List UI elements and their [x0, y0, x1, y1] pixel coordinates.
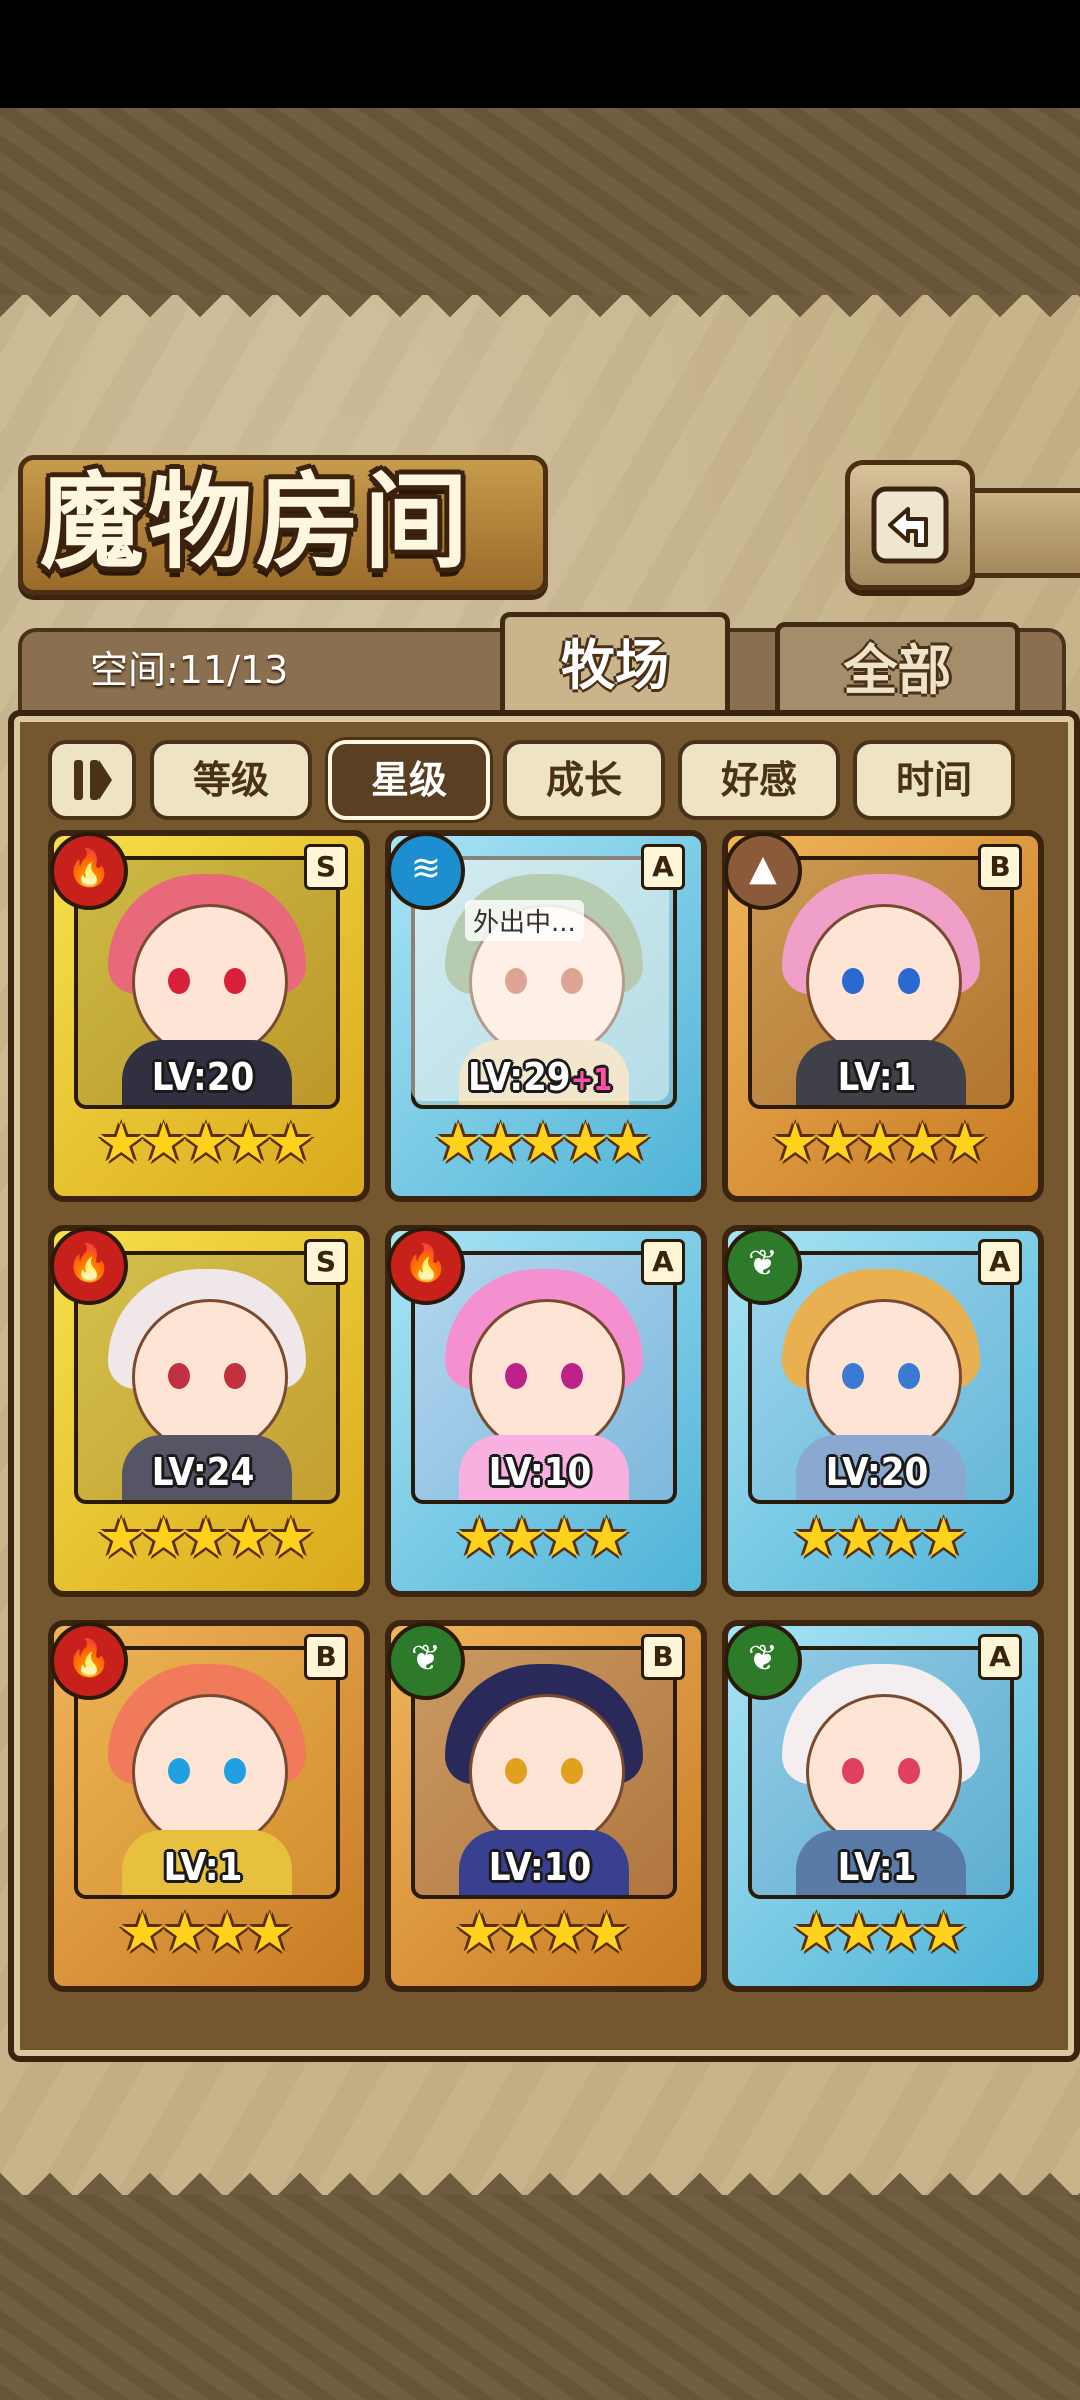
- wood-element-icon: ❦: [387, 1622, 465, 1700]
- level-value: LV:1: [837, 1845, 917, 1889]
- monster-card[interactable]: ▲ B LV:1 ★★★★★: [722, 830, 1044, 1202]
- star-rating: ★★★★: [118, 1901, 294, 1964]
- portrait-face: [806, 904, 962, 1060]
- page-title: 魔物房间: [40, 460, 473, 583]
- sort-by-level-button[interactable]: 等级: [150, 740, 312, 820]
- monster-card[interactable]: ❦ B LV:10 ★★★★: [385, 1620, 707, 1992]
- rank-badge: A: [641, 1239, 685, 1285]
- star-rating: ★★★★: [792, 1901, 968, 1964]
- monster-card[interactable]: 外出中... ≋ A LV:29+1 ★★★★★: [385, 830, 707, 1202]
- level-value: LV:20: [151, 1055, 255, 1099]
- tab-all[interactable]: 全部: [775, 622, 1020, 717]
- star-rating: ★★★★: [455, 1901, 631, 1964]
- level-value: LV:1: [163, 1845, 243, 1889]
- monster-card[interactable]: 🔥 S LV:20 ★★★★★: [48, 830, 370, 1202]
- level-label: LV:1: [722, 1055, 1032, 1099]
- portrait-eye: [898, 1758, 920, 1784]
- portrait-eye: [842, 1758, 864, 1784]
- level-label: LV:1: [722, 1845, 1032, 1889]
- portrait-face: [132, 904, 288, 1060]
- map-background-top: [0, 108, 1080, 298]
- star-rating: ★★★★★: [433, 1111, 652, 1174]
- level-label: LV:20: [48, 1055, 358, 1099]
- portrait-eye: [842, 968, 864, 994]
- monster-card[interactable]: ❦ A LV:1 ★★★★: [722, 1620, 1044, 1992]
- portrait-eye: [561, 1758, 583, 1784]
- back-button[interactable]: [845, 460, 975, 590]
- level-value: LV:20: [825, 1450, 929, 1494]
- map-background-bottom: [0, 2195, 1080, 2400]
- portrait-eye: [168, 968, 190, 994]
- back-arrow-icon: [871, 486, 949, 564]
- portrait-face: [806, 1694, 962, 1850]
- level-label: LV:10: [385, 1845, 695, 1889]
- rank-badge: B: [978, 844, 1022, 890]
- portrait-face: [469, 1299, 625, 1455]
- level-value: LV:10: [488, 1845, 592, 1889]
- portrait-eye: [505, 1363, 527, 1389]
- portrait-eye: [224, 1758, 246, 1784]
- portrait-eye: [842, 1363, 864, 1389]
- portrait-eye: [168, 1758, 190, 1784]
- portrait-eye: [561, 1363, 583, 1389]
- level-value: LV:10: [488, 1450, 592, 1494]
- sort-order-toggle[interactable]: [48, 740, 136, 820]
- portrait-eye: [224, 1363, 246, 1389]
- rank-badge: S: [304, 1239, 348, 1285]
- rank-badge: S: [304, 844, 348, 890]
- monster-card[interactable]: 🔥 A LV:10 ★★★★: [385, 1225, 707, 1597]
- rank-badge: A: [641, 844, 685, 890]
- fire-element-icon: 🔥: [50, 1227, 128, 1305]
- away-status: 外出中...: [465, 900, 584, 941]
- sort-by-stars-button[interactable]: 星级: [328, 740, 490, 820]
- level-label: LV:10: [385, 1450, 695, 1494]
- monster-card[interactable]: 🔥 S LV:24 ★★★★★: [48, 1225, 370, 1597]
- star-rating: ★★★★: [792, 1506, 968, 1569]
- rank-badge: B: [304, 1634, 348, 1680]
- sort-by-time-button[interactable]: 时间: [853, 740, 1015, 820]
- status-bar: [0, 0, 1080, 108]
- fire-element-icon: 🔥: [387, 1227, 465, 1305]
- torn-edge-bottom: [0, 2155, 1080, 2195]
- level-label: LV:1: [48, 1845, 358, 1889]
- fire-element-icon: 🔥: [50, 832, 128, 910]
- portrait-eye: [898, 1363, 920, 1389]
- capacity-label: 空间:11/13: [90, 648, 289, 692]
- earth-element-icon: ▲: [724, 832, 802, 910]
- rank-badge: A: [978, 1239, 1022, 1285]
- level-label: LV:20: [722, 1450, 1032, 1494]
- level-label: LV:29+1: [385, 1055, 695, 1099]
- sort-by-affection-button[interactable]: 好感: [678, 740, 840, 820]
- monster-card[interactable]: ❦ A LV:20 ★★★★: [722, 1225, 1044, 1597]
- level-value: LV:24: [151, 1450, 255, 1494]
- star-rating: ★★★★: [455, 1506, 631, 1569]
- portrait-face: [132, 1694, 288, 1850]
- water-element-icon: ≋: [387, 832, 465, 910]
- portrait-face: [806, 1299, 962, 1455]
- portrait-eye: [224, 968, 246, 994]
- tab-ranch[interactable]: 牧场: [500, 612, 730, 717]
- portrait-eye: [505, 1758, 527, 1784]
- level-bonus: +1: [570, 1063, 612, 1098]
- portrait-eye: [898, 968, 920, 994]
- rank-badge: B: [641, 1634, 685, 1680]
- back-tab-decoration: [960, 488, 1080, 578]
- wood-element-icon: ❦: [724, 1227, 802, 1305]
- star-rating: ★★★★★: [96, 1506, 315, 1569]
- wood-element-icon: ❦: [724, 1622, 802, 1700]
- sort-by-growth-button[interactable]: 成长: [503, 740, 665, 820]
- portrait-eye: [168, 1363, 190, 1389]
- star-rating: ★★★★★: [770, 1111, 989, 1174]
- portrait-face: [469, 1694, 625, 1850]
- torn-edge-top: [0, 295, 1080, 335]
- monster-card[interactable]: 🔥 B LV:1 ★★★★: [48, 1620, 370, 1992]
- fire-element-icon: 🔥: [50, 1622, 128, 1700]
- rank-badge: A: [978, 1634, 1022, 1680]
- level-label: LV:24: [48, 1450, 358, 1494]
- level-value: LV:1: [837, 1055, 917, 1099]
- level-value: LV:29: [468, 1055, 571, 1099]
- portrait-face: [132, 1299, 288, 1455]
- sort-order-icon: [74, 760, 112, 800]
- star-rating: ★★★★★: [96, 1111, 315, 1174]
